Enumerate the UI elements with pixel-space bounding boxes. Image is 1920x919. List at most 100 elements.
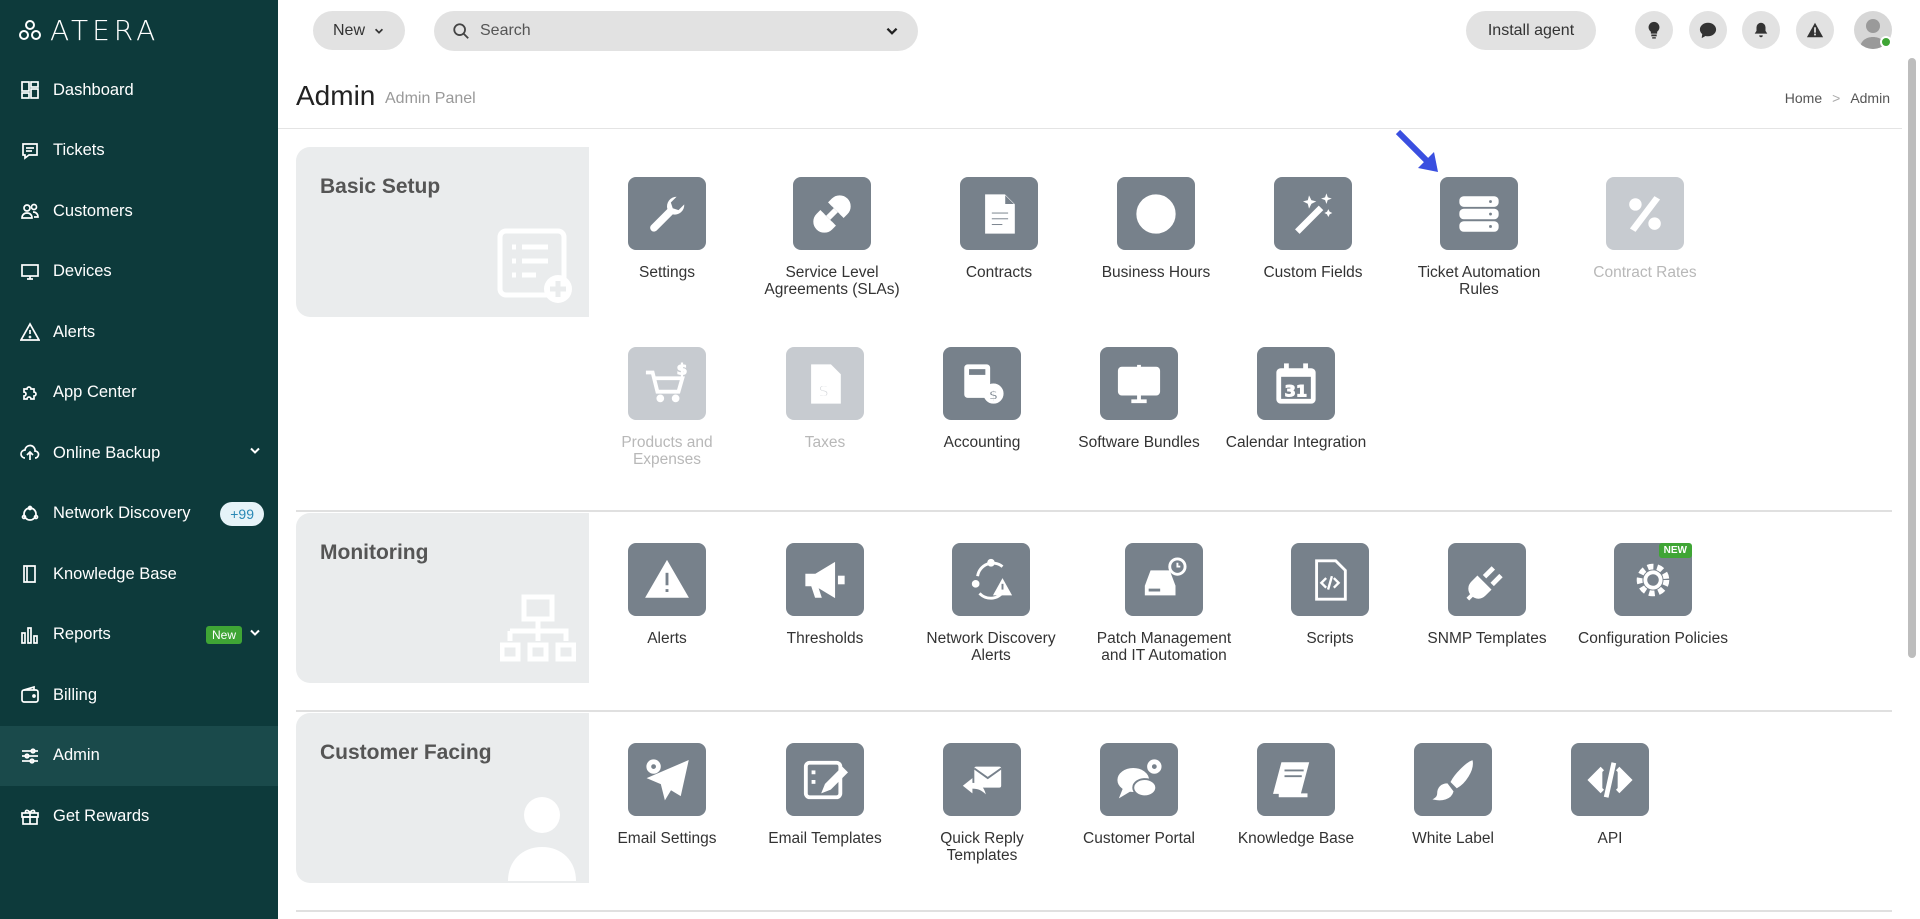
- sliders-icon: [20, 746, 40, 766]
- sidebar-item-admin[interactable]: Admin: [0, 726, 278, 787]
- scrollbar[interactable]: [1902, 0, 1920, 919]
- tile-snmp-templates[interactable]: SNMP Templates: [1412, 543, 1562, 647]
- tile-thresholds[interactable]: Thresholds: [750, 543, 900, 647]
- section-title: Basic Setup: [320, 175, 440, 199]
- tile-contracts[interactable]: Contracts: [924, 177, 1074, 281]
- network-alert-icon: [952, 543, 1030, 616]
- new-button-label: New: [333, 22, 365, 40]
- chat-icon[interactable]: [1689, 11, 1727, 49]
- devices-icon: [20, 262, 40, 282]
- tile-label: Knowledge Base: [1221, 830, 1371, 847]
- sidebar-item-customers[interactable]: Customers: [0, 181, 278, 242]
- tile-scripts[interactable]: Scripts: [1255, 543, 1405, 647]
- sidebar-item-billing[interactable]: Billing: [0, 665, 278, 726]
- tile-label: White Label: [1378, 830, 1528, 847]
- sidebar-item-reports[interactable]: Reports New: [0, 605, 278, 666]
- tile-business-hours[interactable]: Business Hours: [1081, 177, 1231, 281]
- alert-triangle-icon: [20, 322, 40, 342]
- tile-slas[interactable]: Service Level Agreements (SLAs): [757, 177, 907, 298]
- person-icon: [504, 793, 580, 888]
- svg-text:$: $: [989, 388, 998, 403]
- sidebar-item-alerts[interactable]: Alerts: [0, 302, 278, 363]
- header-divider: [278, 128, 1902, 129]
- breadcrumb: Home > Admin: [1785, 90, 1890, 106]
- tile-api[interactable]: API: [1535, 743, 1685, 847]
- tile-label: Ticket Automation Rules: [1404, 264, 1554, 298]
- customers-icon: [20, 201, 40, 221]
- search-icon: [452, 22, 470, 40]
- tile-quick-reply-templates[interactable]: Quick Reply Templates: [907, 743, 1057, 864]
- tile-ticket-automation-rules[interactable]: Ticket Automation Rules: [1404, 177, 1554, 298]
- form-add-icon: [496, 227, 576, 312]
- tile-label: API: [1535, 830, 1685, 847]
- tile-configuration-policies[interactable]: NEW Configuration Policies: [1578, 543, 1728, 647]
- tile-label: Customer Portal: [1064, 830, 1214, 847]
- search-input[interactable]: [480, 22, 884, 40]
- monitoring-section-card: Monitoring: [296, 513, 589, 683]
- sidebar-item-label: Tickets: [53, 141, 105, 160]
- warning-icon[interactable]: [1796, 11, 1834, 49]
- tile-email-templates[interactable]: Email Templates: [750, 743, 900, 847]
- book-icon: [1257, 743, 1335, 816]
- tile-label: Contracts: [924, 264, 1074, 281]
- sidebar-item-online-backup[interactable]: Online Backup: [0, 423, 278, 484]
- chat-gear-icon: [1100, 743, 1178, 816]
- tile-patch-management[interactable]: Patch Management and IT Automation: [1089, 543, 1239, 664]
- chevron-down-icon[interactable]: [884, 23, 900, 39]
- percent-icon: [1606, 177, 1684, 250]
- paper-plane-gear-icon: [628, 743, 706, 816]
- tile-calendar-integration[interactable]: 31 Calendar Integration: [1221, 347, 1371, 451]
- clock-icon: [1117, 177, 1195, 250]
- tile-label: Service Level Agreements (SLAs): [757, 264, 907, 298]
- tile-label: Accounting: [907, 434, 1057, 451]
- tile-software-bundles[interactable]: Software Bundles: [1064, 347, 1214, 451]
- new-button[interactable]: New: [313, 11, 405, 50]
- code-icon: [1571, 743, 1649, 816]
- bell-icon[interactable]: [1742, 11, 1780, 49]
- sidebar-item-tickets[interactable]: Tickets: [0, 121, 278, 182]
- tile-settings[interactable]: Settings: [592, 177, 742, 281]
- tile-alerts[interactable]: Alerts: [592, 543, 742, 647]
- tile-label: Thresholds: [750, 630, 900, 647]
- sidebar-item-label: Billing: [53, 686, 97, 705]
- server-stack-icon: [1440, 177, 1518, 250]
- sidebar: ATERA Dashboard Tickets Customers Device…: [0, 0, 278, 919]
- tile-label: Configuration Policies: [1578, 630, 1728, 647]
- tile-contract-rates[interactable]: Contract Rates: [1570, 177, 1720, 281]
- tile-accounting[interactable]: $ Accounting: [907, 347, 1057, 451]
- tile-knowledge-base[interactable]: Knowledge Base: [1221, 743, 1371, 847]
- breadcrumb-home[interactable]: Home: [1785, 90, 1822, 106]
- tile-network-discovery-alerts[interactable]: Network Discovery Alerts: [916, 543, 1066, 664]
- sidebar-item-knowledge-base[interactable]: Knowledge Base: [0, 544, 278, 605]
- section-divider: [296, 910, 1892, 912]
- sidebar-item-devices[interactable]: Devices: [0, 242, 278, 303]
- tile-label: Settings: [592, 264, 742, 281]
- tile-white-label[interactable]: White Label: [1378, 743, 1528, 847]
- search-bar[interactable]: [434, 11, 918, 51]
- sidebar-item-label: Get Rewards: [53, 807, 149, 826]
- wrench-icon: [628, 177, 706, 250]
- tile-label: Email Settings: [592, 830, 742, 847]
- tile-customer-portal[interactable]: Customer Portal: [1064, 743, 1214, 847]
- tile-custom-fields[interactable]: Custom Fields: [1238, 177, 1388, 281]
- sidebar-item-dashboard[interactable]: Dashboard: [0, 60, 278, 121]
- tile-products-and-expenses[interactable]: $ Products and Expenses: [592, 347, 742, 468]
- scrollbar-thumb[interactable]: [1908, 58, 1916, 658]
- alert-icon: [628, 543, 706, 616]
- puzzle-icon: [20, 383, 40, 403]
- customer-facing-section-card: Customer Facing: [296, 713, 589, 883]
- lightbulb-icon[interactable]: [1635, 11, 1673, 49]
- install-agent-button[interactable]: Install agent: [1466, 11, 1596, 50]
- atera-logo[interactable]: ATERA: [18, 14, 159, 47]
- tile-taxes[interactable]: $ Taxes: [750, 347, 900, 451]
- new-tag: NEW: [1659, 543, 1692, 558]
- chevron-down-icon[interactable]: [248, 444, 262, 463]
- sidebar-item-app-center[interactable]: App Center: [0, 363, 278, 424]
- reply-envelope-icon: [943, 743, 1021, 816]
- sidebar-item-network-discovery[interactable]: Network Discovery +99: [0, 484, 278, 545]
- chevron-down-icon[interactable]: [248, 625, 262, 644]
- sidebar-item-get-rewards[interactable]: Get Rewards: [0, 786, 278, 847]
- chevron-down-icon: [373, 25, 385, 37]
- tile-label: SNMP Templates: [1412, 630, 1562, 647]
- tile-email-settings[interactable]: Email Settings: [592, 743, 742, 847]
